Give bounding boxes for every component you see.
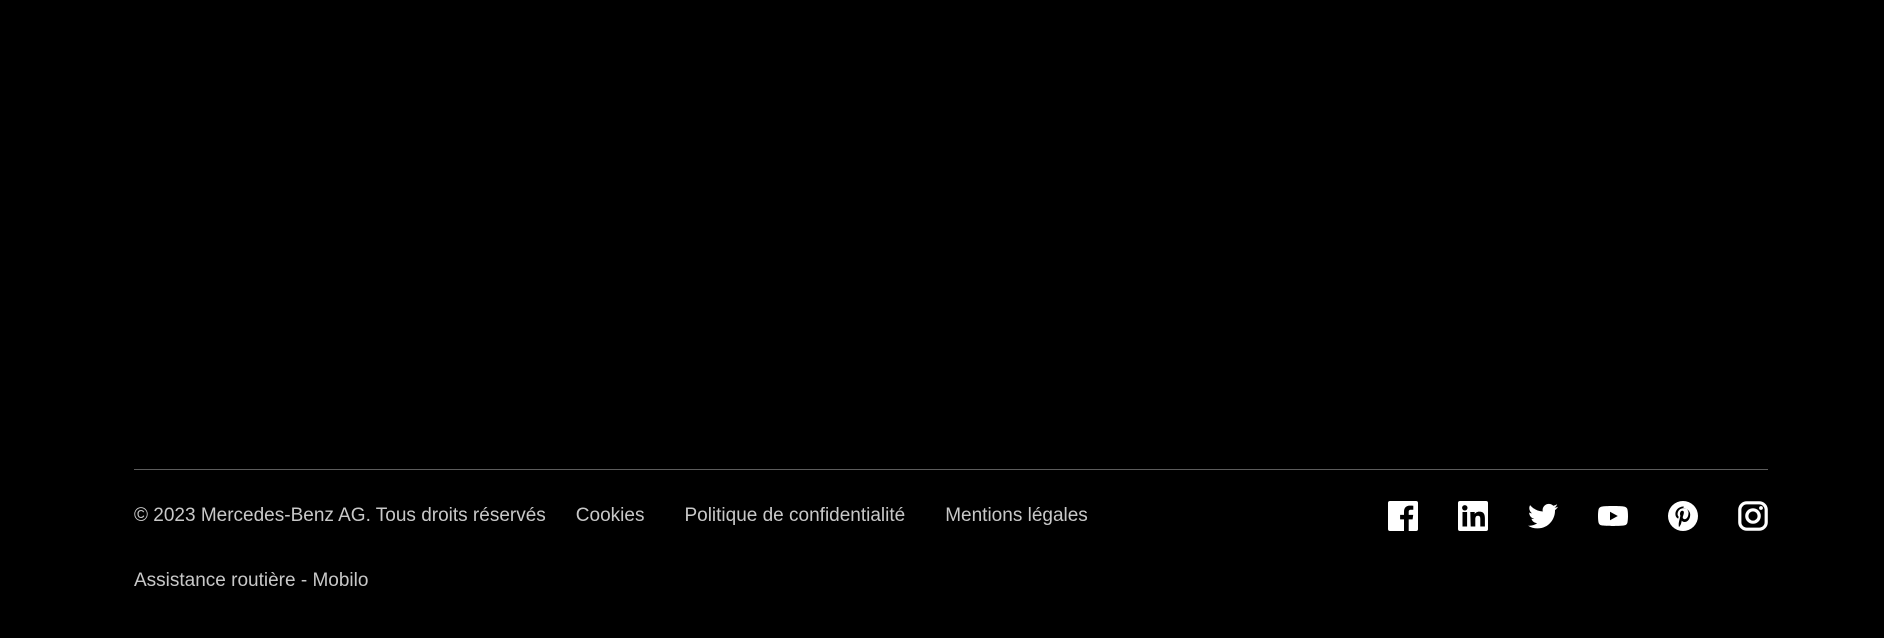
- copyright-text: © 2023 Mercedes-Benz AG. Tous droits rés…: [134, 505, 546, 526]
- footer-divider: [134, 469, 1768, 470]
- footer-main-row: © 2023 Mercedes-Benz AG. Tous droits rés…: [134, 500, 1768, 560]
- roadside-assistance-link[interactable]: Assistance routière - Mobilo: [134, 570, 368, 591]
- cookies-link[interactable]: Cookies: [576, 505, 645, 527]
- legal-notice-link[interactable]: Mentions légales: [945, 505, 1088, 527]
- social-links: [1388, 500, 1768, 532]
- instagram-icon[interactable]: [1738, 501, 1768, 531]
- pinterest-icon[interactable]: [1668, 501, 1698, 531]
- footer-secondary-row: Assistance routière - Mobilo: [134, 570, 368, 592]
- privacy-policy-link[interactable]: Politique de confidentialité: [684, 505, 905, 527]
- youtube-icon[interactable]: [1598, 501, 1628, 531]
- twitter-icon[interactable]: [1528, 501, 1558, 531]
- facebook-icon[interactable]: [1388, 501, 1418, 531]
- linkedin-icon[interactable]: [1458, 501, 1488, 531]
- footer: © 2023 Mercedes-Benz AG. Tous droits rés…: [134, 469, 1768, 591]
- legal-links: © 2023 Mercedes-Benz AG. Tous droits rés…: [134, 500, 1088, 532]
- page: © 2023 Mercedes-Benz AG. Tous droits rés…: [0, 0, 1884, 638]
